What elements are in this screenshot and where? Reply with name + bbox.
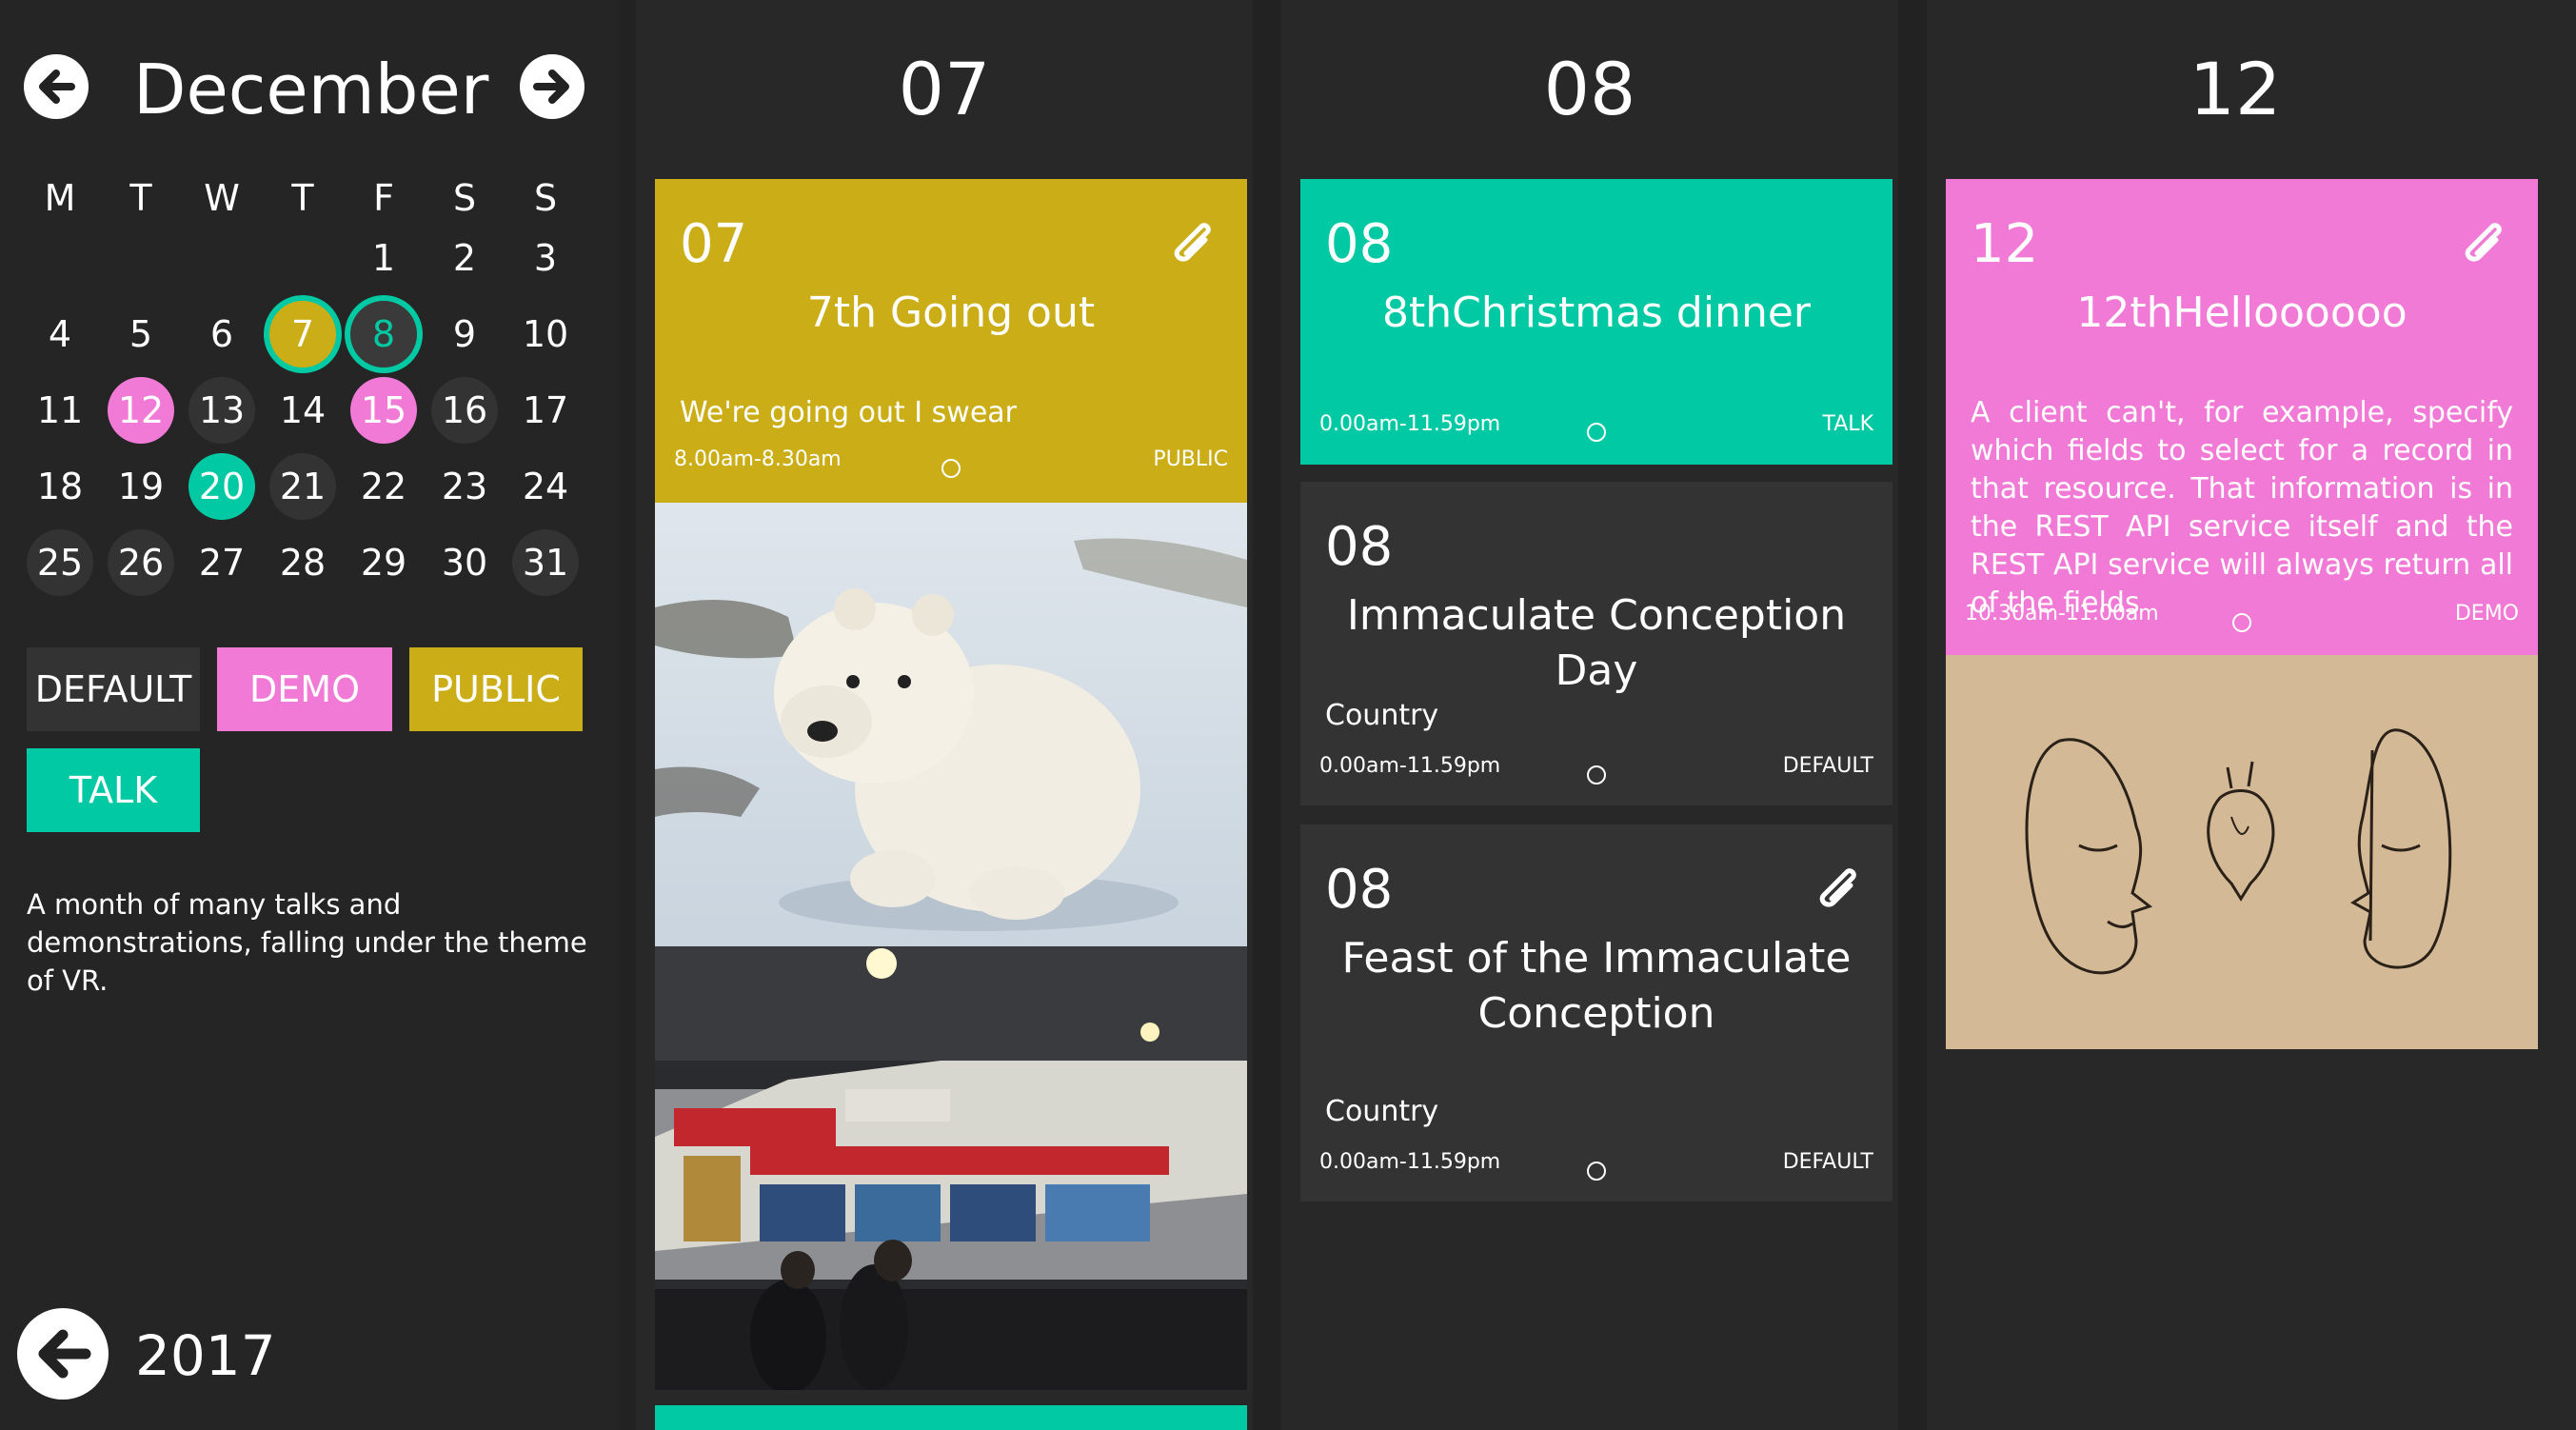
event-title: 8thChristmas dinner (1381, 288, 1812, 337)
calendar-day[interactable]: 24 (512, 453, 579, 520)
column-day-heading: 07 (898, 47, 991, 131)
event-day-number: 12 (1971, 213, 2039, 275)
calendar-day-event[interactable]: 8 (350, 301, 417, 367)
month-title: December (133, 50, 489, 129)
calendar-day[interactable]: 18 (27, 453, 93, 520)
event-time: 0.00am-11.59pm (1319, 412, 1501, 436)
calendar-day-event[interactable]: 21 (269, 453, 336, 520)
event-time: 8.00am-8.30am (674, 447, 842, 471)
calendar-day-selected[interactable]: 7 (269, 301, 336, 367)
event-title: Feast of the Immaculate Conception (1341, 934, 1852, 1038)
calendar-day-event[interactable]: 26 (108, 529, 174, 596)
status-dot (1587, 765, 1606, 785)
next-month-button[interactable] (520, 54, 585, 119)
year-label: 2017 (135, 1323, 276, 1388)
paperclip-icon (1174, 223, 1211, 262)
day-column-12: 12 12 12thHelloooooo A client can't, for… (1927, 0, 2576, 1430)
calendar-day[interactable]: 11 (27, 377, 93, 444)
event-day-number: 08 (1325, 516, 1394, 578)
event-tag: DEFAULT (1782, 1150, 1873, 1174)
calendar-day[interactable]: 23 (431, 453, 498, 520)
event-day-number: 08 (1325, 859, 1394, 921)
event-title: Immaculate Conception Day (1346, 591, 1847, 695)
arrow-left-circle-icon (39, 70, 75, 104)
calendar-day[interactable]: 30 (431, 529, 498, 596)
event-card-peek[interactable] (655, 1405, 1247, 1430)
event-tag: DEMO (2454, 602, 2519, 626)
status-dot (1587, 423, 1606, 442)
previous-month-button[interactable] (24, 54, 89, 119)
weekday-label: F (373, 177, 394, 219)
filter-demo-button[interactable]: DEMO (217, 647, 392, 731)
calendar-day[interactable]: 22 (350, 453, 417, 520)
event-card[interactable]: 08 Immaculate Conception Day Country 0.0… (1300, 482, 1892, 805)
event-tag: PUBLIC (1153, 447, 1228, 471)
event-title: 12thHelloooooo (2076, 288, 2408, 337)
arrow-right-circle-icon (533, 70, 569, 104)
day-column-07: 07 07 7th Going out We're going out I sw… (636, 0, 1253, 1430)
column-day-heading: 12 (2189, 47, 2282, 131)
calendar-day[interactable]: 19 (108, 453, 174, 520)
calendar-day-event[interactable]: 15 (350, 377, 417, 444)
calendar-day[interactable]: 3 (512, 225, 579, 291)
event-time: 10.30am-11.00am (1965, 602, 2159, 626)
event-description: A client can't, for example, specify whi… (1971, 396, 2513, 620)
weekday-label: M (44, 177, 76, 219)
event-day-number: 07 (680, 213, 748, 275)
event-description: Country (1325, 699, 1439, 732)
event-tag: TALK (1822, 412, 1873, 436)
weekday-label: S (452, 177, 477, 219)
weekday-label: W (204, 177, 240, 219)
event-card[interactable]: 12 12thHelloooooo A client can't, for ex… (1946, 179, 2538, 655)
weekday-label: T (129, 177, 152, 219)
arrow-left-circle-icon (38, 1329, 91, 1379)
event-day-number: 08 (1325, 213, 1394, 275)
paperclip-icon (1819, 868, 1856, 907)
event-time: 0.00am-11.59pm (1319, 754, 1501, 778)
event-card[interactable]: 08 Feast of the Immaculate Conception Co… (1300, 824, 1892, 1202)
calendar-day-event[interactable]: 13 (188, 377, 255, 444)
calendar-day[interactable]: 6 (188, 301, 255, 367)
calendar-day[interactable]: 2 (431, 225, 498, 291)
column-day-heading: 08 (1543, 47, 1636, 131)
calendar-day[interactable]: 10 (512, 301, 579, 367)
event-title: 7th Going out (806, 288, 1096, 337)
faces-heart-sketch-photo (1946, 655, 2538, 1049)
calendar-day[interactable]: 27 (188, 529, 255, 596)
calendar-day-event[interactable]: 20 (188, 453, 255, 520)
weekday-label: T (291, 177, 314, 219)
calendar-day[interactable]: 5 (108, 301, 174, 367)
calendar-day[interactable]: 17 (512, 377, 579, 444)
calendar-day[interactable]: 4 (27, 301, 93, 367)
calendar-day[interactable]: 29 (350, 529, 417, 596)
calendar-day-event[interactable]: 12 (108, 377, 174, 444)
event-description: Country (1325, 1095, 1439, 1128)
event-card[interactable]: 08 8thChristmas dinner 0.00am-11.59pm TA… (1300, 179, 1892, 465)
calendar-day[interactable]: 28 (269, 529, 336, 596)
event-tag: DEFAULT (1782, 754, 1873, 778)
day-column-08: 08 08 8thChristmas dinner 0.00am-11.59pm… (1281, 0, 1898, 1430)
filter-default-button[interactable]: DEFAULT (27, 647, 200, 731)
back-button[interactable] (17, 1308, 109, 1400)
polar-bear-cub-photo (655, 503, 1247, 946)
event-time: 0.00am-11.59pm (1319, 1150, 1501, 1174)
calendar-day[interactable]: 14 (269, 377, 336, 444)
weekday-label: S (533, 177, 558, 219)
status-dot (941, 459, 961, 478)
status-dot (2232, 613, 2251, 632)
status-dot (1587, 1162, 1606, 1181)
calendar-day[interactable]: 1 (350, 225, 417, 291)
filter-talk-button[interactable]: TALK (27, 748, 200, 832)
paperclip-icon (2465, 223, 2502, 262)
tech-expo-booth-photo (655, 946, 1247, 1390)
filter-public-button[interactable]: PUBLIC (409, 647, 583, 731)
month-description: A month of many talks and demonstrations… (27, 888, 587, 997)
calendar-day[interactable]: 9 (431, 301, 498, 367)
calendar-day-event[interactable]: 16 (431, 377, 498, 444)
event-description: We're going out I swear (680, 396, 1017, 429)
calendar-day-event[interactable]: 25 (27, 529, 93, 596)
event-card[interactable]: 07 7th Going out We're going out I swear… (655, 179, 1247, 503)
calendar-day-event[interactable]: 31 (512, 529, 579, 596)
calendar-sidebar: December M T W T F S S 1 2 3 4 5 6 7 8 9… (0, 0, 619, 1430)
